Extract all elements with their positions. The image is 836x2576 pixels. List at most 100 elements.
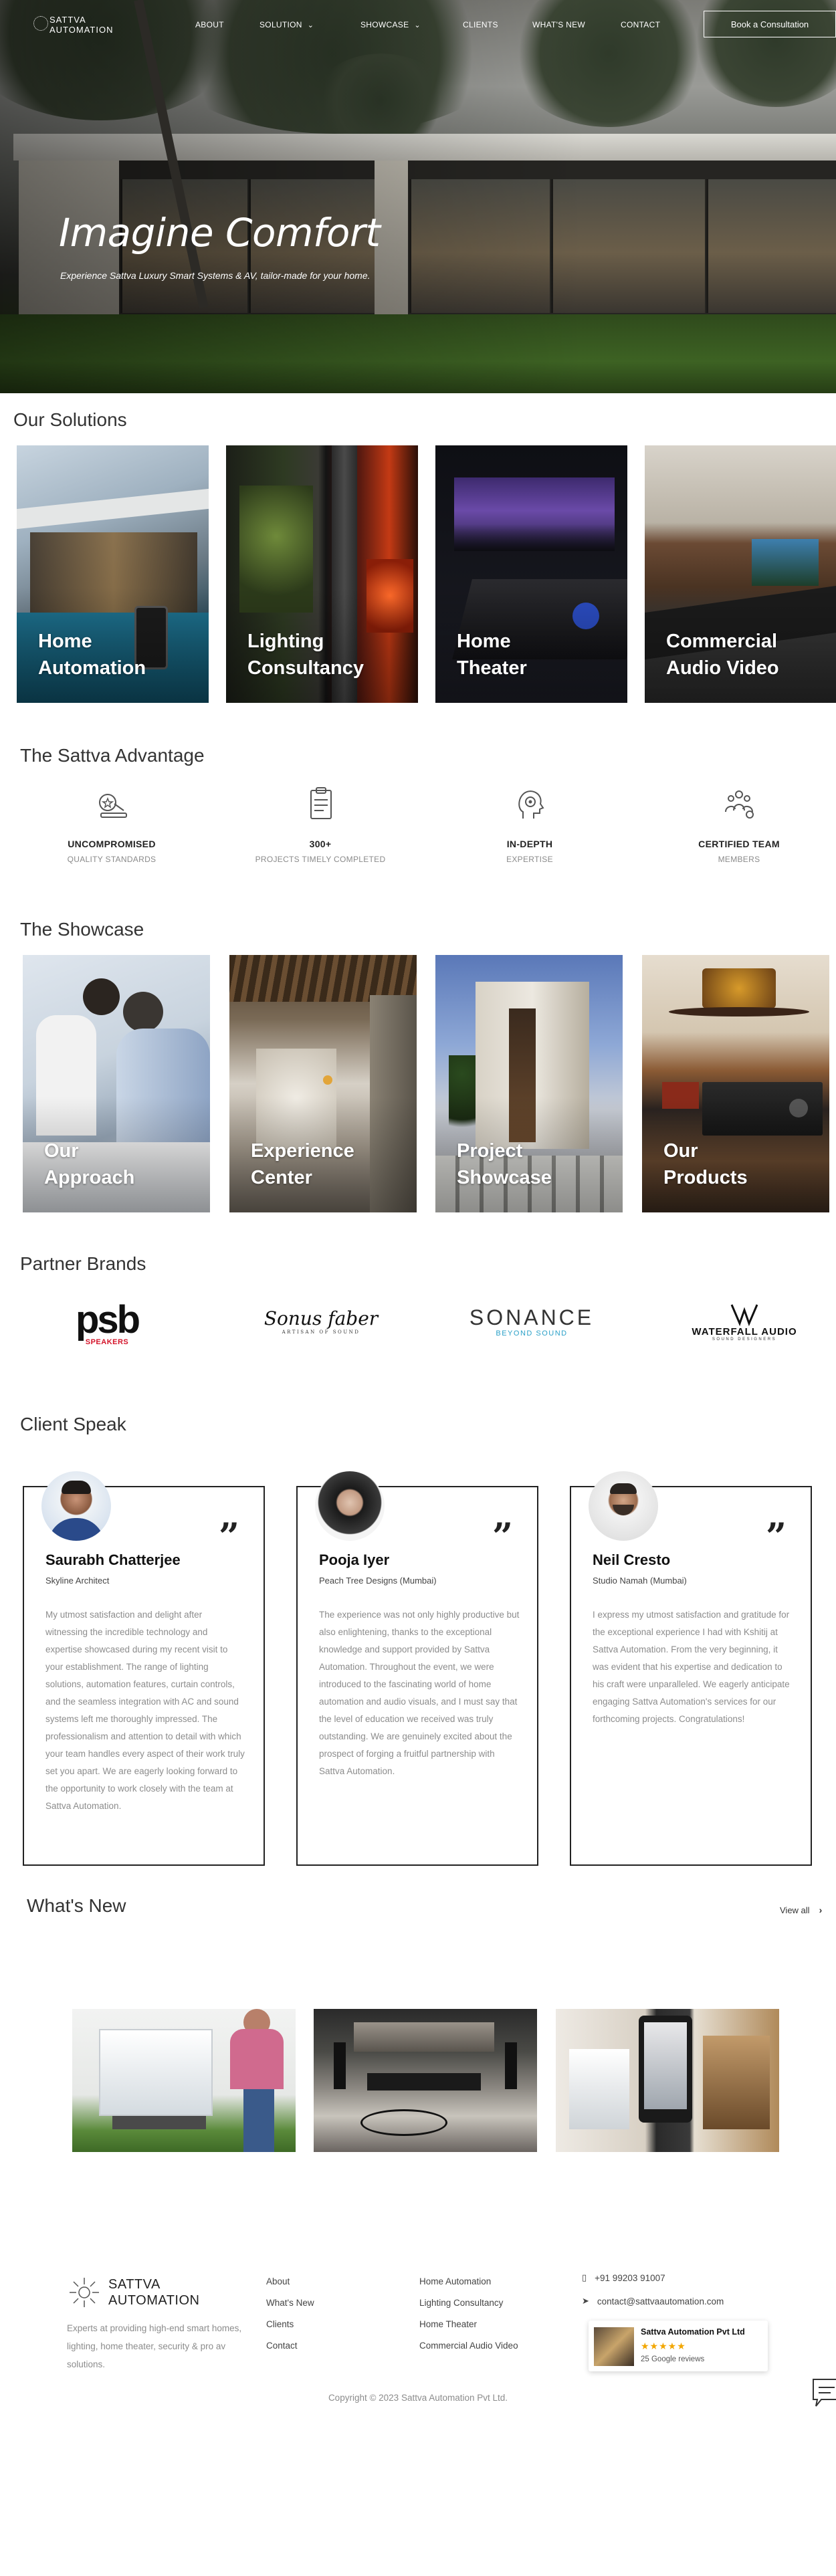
card-label-line: Commercial xyxy=(666,631,778,652)
solution-card-commercial-audio-video[interactable]: Commercial Audio Video xyxy=(645,445,836,703)
brand-tagline: SPEAKERS xyxy=(85,1338,129,1346)
footer-description: Experts at providing high-end smart home… xyxy=(67,2323,242,2369)
card-label: Home Automation xyxy=(38,628,192,681)
footer-logo-line-2: AUTOMATION xyxy=(108,2293,200,2308)
phone-icon: ▯ xyxy=(582,2272,587,2282)
whats-new-heading: What's New xyxy=(27,1895,126,1916)
news-card[interactable] xyxy=(556,2009,779,2152)
brand-logo-waterfall-audio[interactable]: WATERFALL AUDIO SOUND DESIGNERS xyxy=(681,1295,808,1348)
advantage-item-quality: UNCOMPROMISED QUALITY STANDARDS xyxy=(31,784,192,864)
footer-link-home-automation[interactable]: Home Automation xyxy=(419,2276,518,2286)
hero-overlay xyxy=(0,0,836,393)
footer-phone[interactable]: ▯ +91 99203 91007 xyxy=(582,2272,665,2283)
logo-line-1: SATTVA xyxy=(49,15,86,25)
footer-link-clients[interactable]: Clients xyxy=(266,2319,314,2329)
copyright: Copyright © 2023 Sattva Automation Pvt L… xyxy=(328,2393,508,2403)
logo-mark-icon xyxy=(70,2278,99,2307)
partners-heading: Partner Brands xyxy=(20,1253,146,1274)
testimonial-name: Neil Cresto xyxy=(593,1551,671,1568)
footer-links-column: About What's New Clients Contact xyxy=(266,2276,314,2362)
news-image xyxy=(314,2009,537,2152)
footer-logo-line-1: SATTVA xyxy=(108,2277,161,2292)
advantage-subtitle: MEMBERS xyxy=(718,855,760,864)
showcase-card-project-showcase[interactable]: Project Showcase xyxy=(435,955,623,1212)
business-thumbnail xyxy=(594,2327,634,2366)
brand-logo-psb[interactable]: psb SPEAKERS xyxy=(60,1297,154,1351)
nav-item-showcase[interactable]: SHOWCASE ⌄ xyxy=(360,20,421,29)
testimonial-card: ” Saurabh Chatterjee Skyline Architect M… xyxy=(23,1471,265,1866)
showcase-card-experience-center[interactable]: Experience Center xyxy=(229,955,417,1212)
clipboard-icon xyxy=(310,787,332,819)
chat-widget-button[interactable] xyxy=(811,2375,836,2410)
logo-line-2: AUTOMATION xyxy=(49,25,114,35)
nav-item-clients[interactable]: CLIENTS xyxy=(463,20,498,29)
solution-card-home-automation[interactable]: Home Automation xyxy=(17,445,209,703)
card-label: Experience Center xyxy=(251,1138,405,1191)
book-consultation-button[interactable]: Book a Consultation xyxy=(704,11,836,37)
advantage-subtitle: EXPERTISE xyxy=(506,855,553,864)
brand-name: SONANCE xyxy=(469,1305,595,1329)
avatar xyxy=(589,1471,658,1541)
advantage-title: IN-DEPTH xyxy=(506,839,553,849)
showcase-card-our-approach[interactable]: Our Approach xyxy=(23,955,210,1212)
chevron-down-icon: ⌄ xyxy=(414,21,421,29)
card-label: Lighting Consultancy xyxy=(247,628,401,681)
view-all-link[interactable]: View all › xyxy=(780,1905,822,1915)
solutions-heading: Our Solutions xyxy=(13,409,127,430)
brand-logo-sonus-faber[interactable]: Sonus faber ARTISAN OF SOUND xyxy=(257,1301,385,1341)
nav-item-label: WHAT'S NEW xyxy=(532,20,586,29)
hero-subtitle: Experience Sattva Luxury Smart Systems &… xyxy=(60,270,371,281)
brand-logo-sonance[interactable]: SONANCE BEYOND SOUND xyxy=(461,1301,602,1341)
footer-link-about[interactable]: About xyxy=(266,2276,314,2286)
card-label: Home Theater xyxy=(457,628,611,681)
nav-item-label: ABOUT xyxy=(195,20,224,29)
brand-name: WATERFALL AUDIO xyxy=(692,1325,797,1337)
nav-item-about[interactable]: ABOUT xyxy=(195,20,224,29)
news-card[interactable] xyxy=(72,2009,296,2152)
brand-name: Sonus faber xyxy=(264,1307,379,1329)
nav-item-solution[interactable]: SOLUTION ⌄ xyxy=(259,20,314,29)
advantage-heading: The Sattva Advantage xyxy=(20,745,205,766)
card-label-line: Experience xyxy=(251,1140,354,1162)
card-label-line: Audio Video xyxy=(666,657,779,679)
card-label-line: Our xyxy=(44,1140,79,1162)
showcase-card-our-products[interactable]: Our Products xyxy=(642,955,829,1212)
footer-logo[interactable]: SATTVA AUTOMATION xyxy=(67,2275,199,2310)
logo[interactable]: SATTVA AUTOMATION xyxy=(33,15,114,35)
advantage-item-team: CERTIFIED TEAM MEMBERS xyxy=(659,784,819,864)
card-label-line: Home xyxy=(457,631,511,652)
footer-link-commercial-audio-video[interactable]: Commercial Audio Video xyxy=(419,2341,518,2351)
testimonial-card: ” Neil Cresto Studio Namah (Mumbai) I ex… xyxy=(570,1471,812,1866)
quote-icon: ” xyxy=(218,1515,239,1558)
footer-email[interactable]: ➤ contact@sattvaautomation.com xyxy=(582,2296,724,2306)
chevron-right-icon: › xyxy=(819,1905,823,1915)
chat-bubble-icon xyxy=(813,2379,836,2407)
testimonial-name: Pooja Iyer xyxy=(319,1551,390,1568)
footer-link-lighting-consultancy[interactable]: Lighting Consultancy xyxy=(419,2298,518,2308)
advantage-title: CERTIFIED TEAM xyxy=(698,839,780,849)
clients-heading: Client Speak xyxy=(20,1414,126,1434)
nav-item-label: SHOWCASE xyxy=(360,20,409,29)
advantage-subtitle: QUALITY STANDARDS xyxy=(67,855,156,864)
nav-item-whats-new[interactable]: WHAT'S NEW xyxy=(532,20,585,29)
waterfall-mark-icon xyxy=(730,1303,758,1326)
testimonial-name: Saurabh Chatterjee xyxy=(45,1551,181,1568)
news-card[interactable] xyxy=(314,2009,537,2152)
footer-link-home-theater[interactable]: Home Theater xyxy=(419,2319,518,2329)
testimonial-text: My utmost satisfaction and delight after… xyxy=(45,1610,245,1811)
google-reviews-card[interactable]: Sattva Automation Pvt Ltd ★★★★★ 25 Googl… xyxy=(589,2321,768,2371)
card-label-line: Approach xyxy=(44,1167,135,1188)
footer-link-contact[interactable]: Contact xyxy=(266,2341,314,2351)
footer-link-whats-new[interactable]: What's New xyxy=(266,2298,314,2308)
card-label-line: Showcase xyxy=(457,1167,552,1188)
card-label: Our Products xyxy=(663,1138,817,1191)
nav-item-contact[interactable]: CONTACT xyxy=(621,20,660,29)
card-label-line: Center xyxy=(251,1167,312,1188)
advantage-subtitle: PROJECTS TIMELY COMPLETED xyxy=(255,855,386,864)
testimonial-text: I express my utmost satisfaction and gra… xyxy=(593,1610,790,1724)
advantage-title: 300+ xyxy=(309,839,332,849)
solution-card-home-theater[interactable]: Home Theater xyxy=(435,445,627,703)
google-company-name: Sattva Automation Pvt Ltd xyxy=(641,2327,745,2337)
solution-card-lighting-consultancy[interactable]: Lighting Consultancy xyxy=(226,445,418,703)
card-label: Commercial Audio Video xyxy=(666,628,820,681)
